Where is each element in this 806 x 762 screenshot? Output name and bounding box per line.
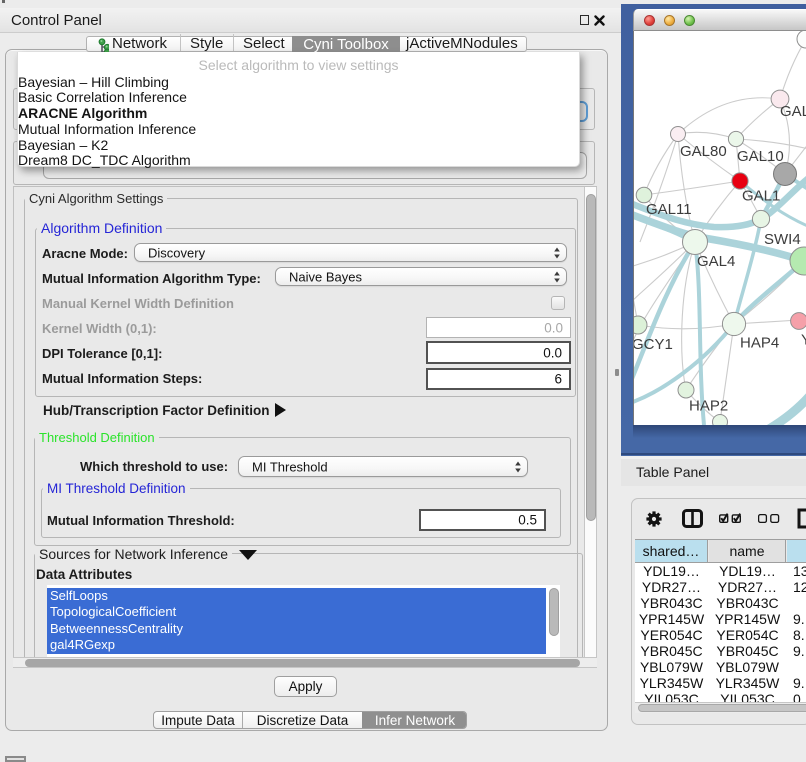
- svg-text:HAP2: HAP2: [689, 398, 728, 415]
- svg-text:GAL4: GAL4: [697, 253, 735, 270]
- svg-text:Y: Y: [801, 332, 806, 349]
- svg-text:GCY1: GCY1: [634, 336, 673, 353]
- svg-text:GAL11: GAL11: [646, 201, 692, 218]
- svg-text:HAP4: HAP4: [740, 335, 779, 352]
- svg-text:GAL1: GAL1: [742, 188, 780, 205]
- svg-text:GAL10: GAL10: [737, 148, 784, 165]
- svg-text:SWI4: SWI4: [764, 231, 801, 248]
- svg-text:GAL80: GAL80: [680, 143, 727, 160]
- svg-text:GAL: GAL: [780, 103, 806, 120]
